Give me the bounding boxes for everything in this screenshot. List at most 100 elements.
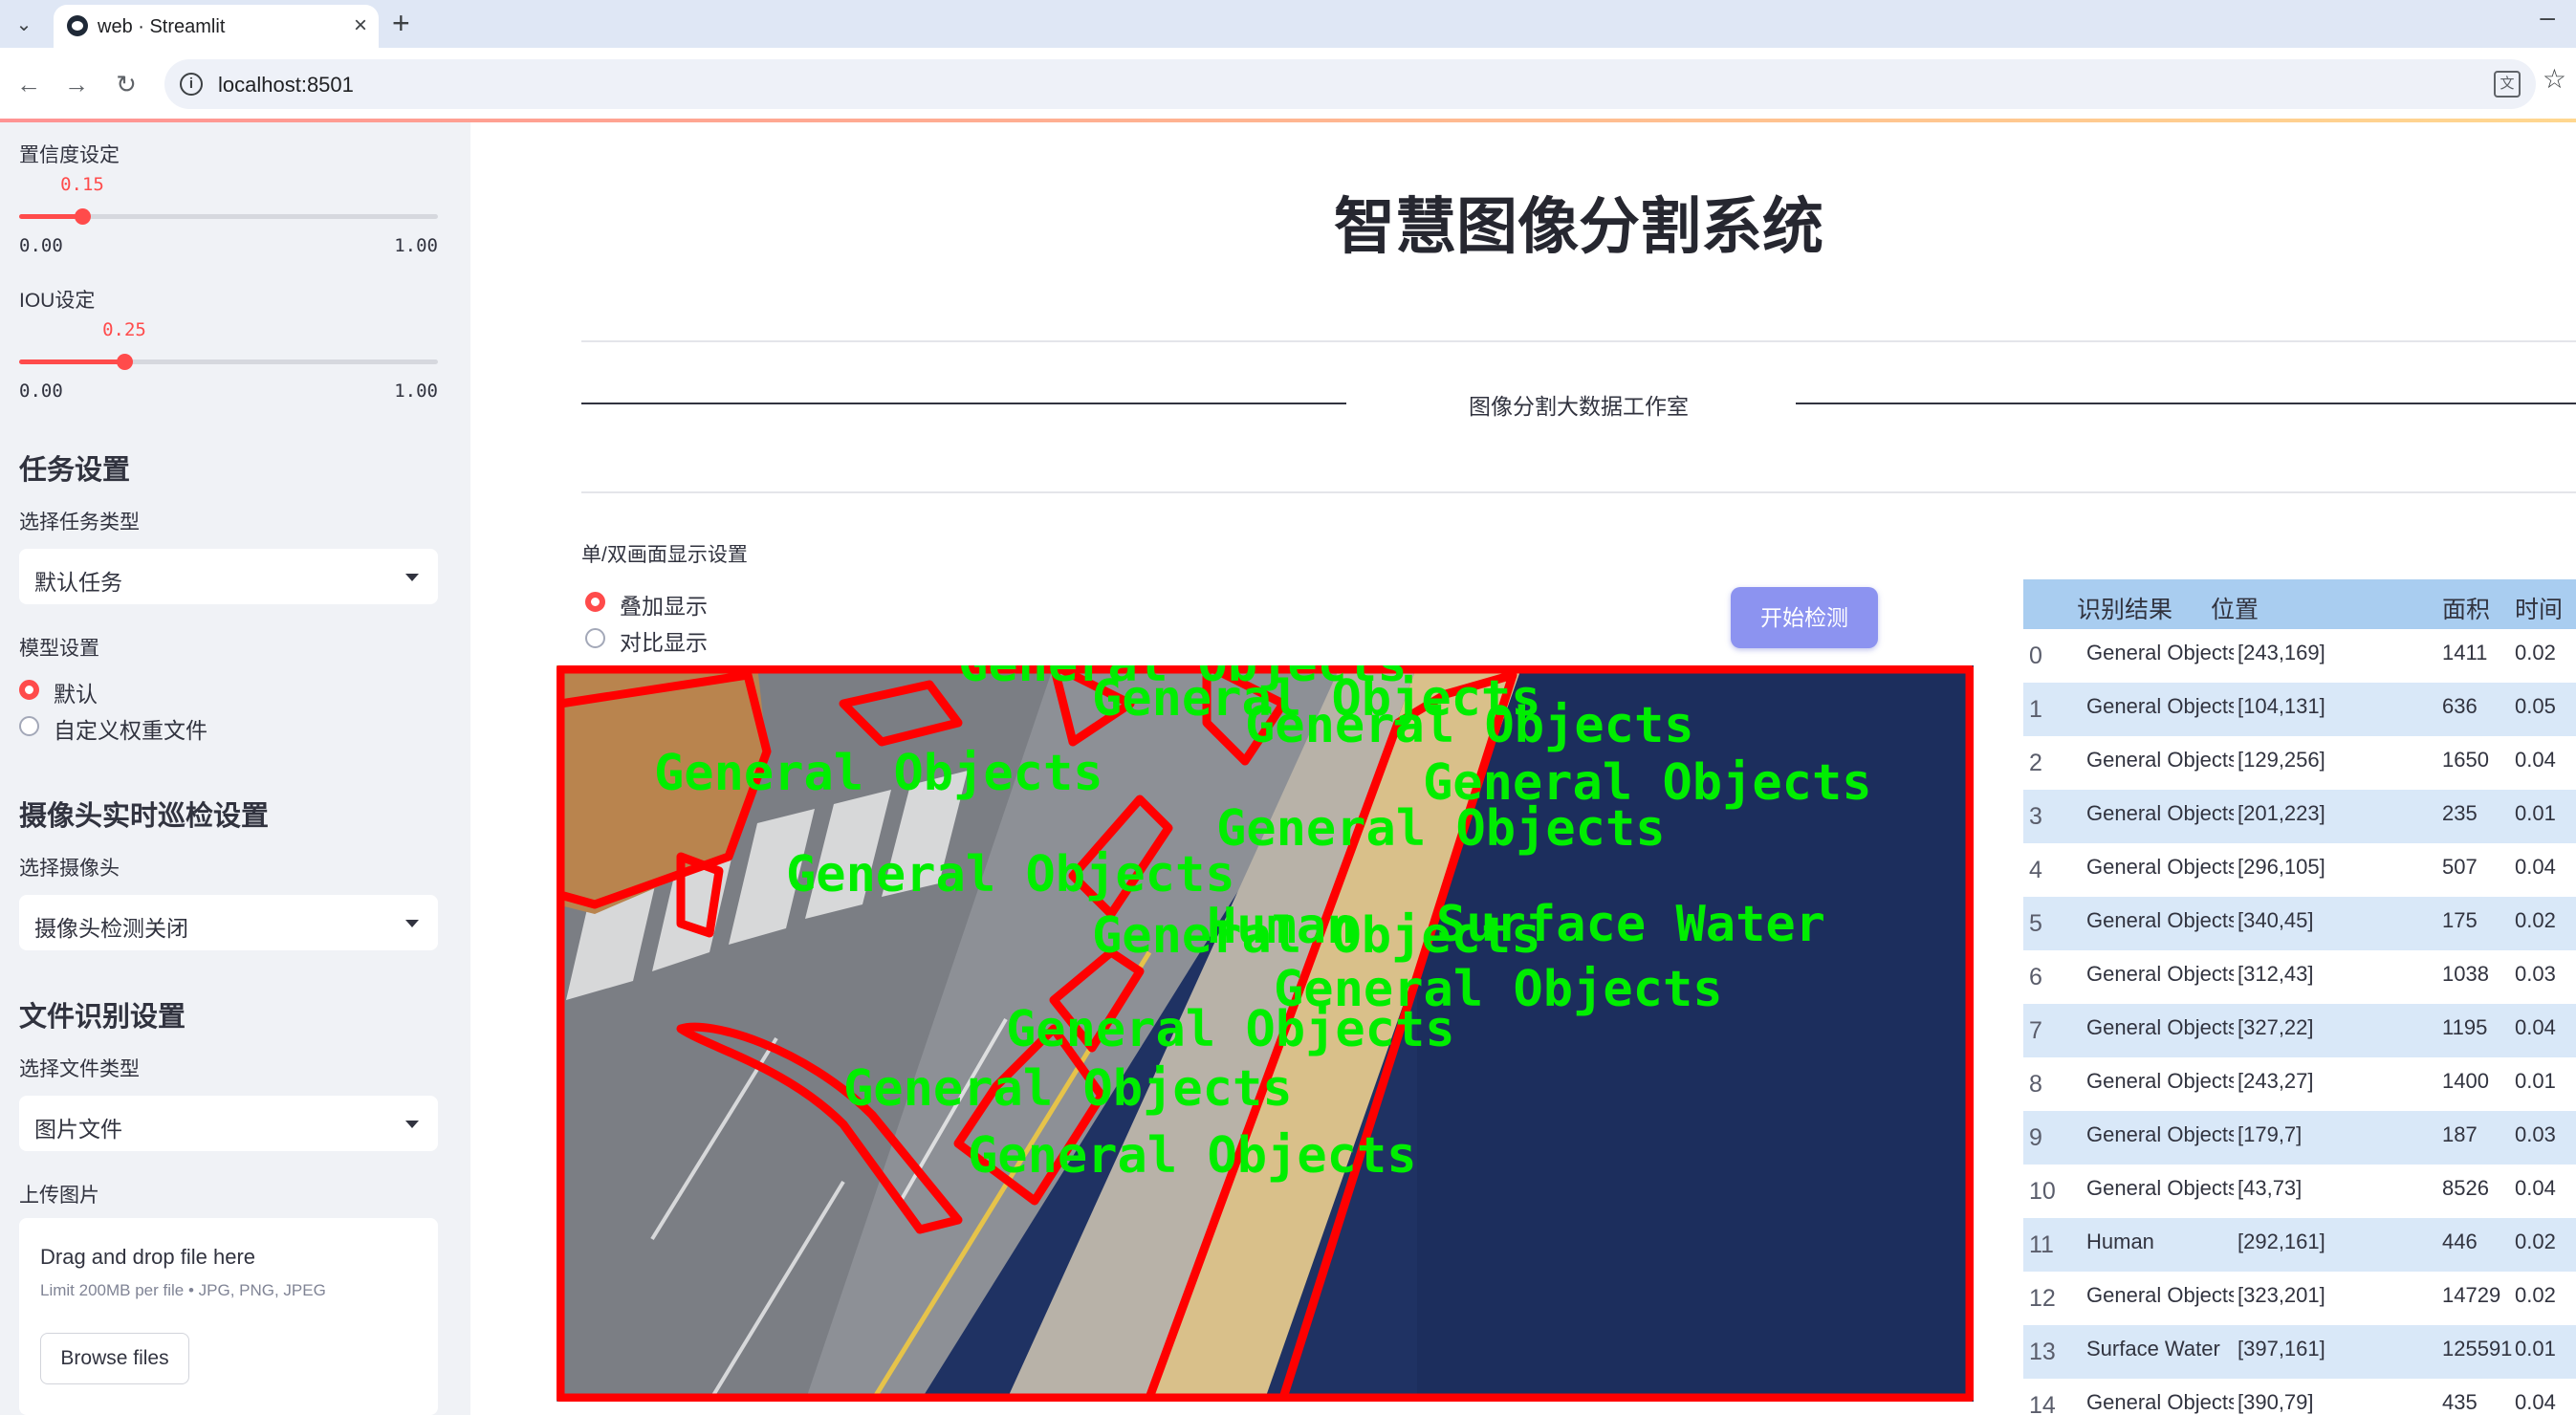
camera-select[interactable]: 摄像头检测关闭	[19, 895, 438, 950]
dash-line-left	[581, 403, 1346, 404]
confidence-label: 置信度设定	[19, 144, 120, 166]
slider-thumb[interactable]	[75, 208, 91, 225]
forward-arrow-icon[interactable]: →	[57, 65, 96, 103]
row-class: Human	[2086, 1230, 2154, 1253]
table-row[interactable]: 8 General Objects [243,27] 1400 0.01	[2023, 1057, 2576, 1111]
row-position: [296,105]	[2238, 855, 2325, 879]
reload-icon[interactable]: ↻	[107, 65, 145, 103]
translate-icon[interactable]: 文	[2494, 71, 2521, 98]
bookmark-star-icon[interactable]: ☆	[2543, 63, 2566, 95]
table-row[interactable]: 2 General Objects [129,256] 1650 0.04	[2023, 736, 2576, 790]
table-row[interactable]: 12 General Objects [323,201] 14729 0.02	[2023, 1272, 2576, 1325]
row-index: 6	[2029, 964, 2042, 990]
browse-files-button[interactable]: Browse files	[40, 1333, 189, 1384]
site-info-icon[interactable]: i	[180, 73, 203, 96]
radio-selected-icon[interactable]	[585, 592, 605, 612]
row-index: 0	[2029, 642, 2042, 669]
minimize-window-icon[interactable]: –	[2540, 2, 2555, 33]
row-position: [312,43]	[2238, 962, 2314, 986]
url-omnibox[interactable]: i localhost:8501 文	[164, 59, 2536, 109]
row-area: 1650	[2442, 748, 2489, 772]
iou-label: IOU设定	[19, 290, 96, 312]
close-tab-icon[interactable]: ×	[354, 12, 367, 39]
column-header-time[interactable]: 时间	[2515, 591, 2563, 625]
task-type-select[interactable]: 默认任务	[19, 549, 438, 604]
tab-search-chevron-icon[interactable]: ⌄	[8, 8, 40, 40]
table-row[interactable]: 3 General Objects [201,223] 235 0.01	[2023, 790, 2576, 843]
row-time: 0.03	[2515, 1122, 2556, 1146]
row-area: 446	[2442, 1230, 2478, 1253]
row-class: General Objects	[2086, 908, 2234, 932]
confidence-value: 0.15	[60, 174, 104, 195]
row-class: Surface Water	[2086, 1337, 2220, 1361]
row-time: 0.05	[2515, 694, 2556, 718]
seg-label: General Objects	[654, 745, 1103, 802]
url-text[interactable]: localhost:8501	[218, 73, 354, 98]
segmentation-canvas: General Objects General Objects General …	[557, 665, 1974, 1402]
row-position: [292,161]	[2238, 1230, 2325, 1253]
confidence-slider[interactable]: 0.15 0.00 1.00	[19, 170, 438, 256]
studio-text: 图像分割大数据工作室	[1465, 388, 1692, 421]
row-time: 0.01	[2515, 1069, 2556, 1093]
radio-unselected-icon[interactable]	[19, 716, 39, 736]
radio-selected-icon[interactable]	[19, 680, 39, 700]
row-time: 0.04	[2515, 1015, 2556, 1039]
table-row[interactable]: 4 General Objects [296,105] 507 0.04	[2023, 843, 2576, 897]
column-header-result[interactable]: 识别结果	[2077, 591, 2172, 625]
radio-unselected-icon[interactable]	[585, 628, 605, 648]
row-class: General Objects	[2086, 1015, 2234, 1039]
camera-settings-heading: 摄像头实时巡检设置	[19, 801, 270, 832]
row-index: 2	[2029, 750, 2042, 776]
row-index: 7	[2029, 1017, 2042, 1044]
column-header-area[interactable]: 面积	[2442, 591, 2490, 625]
new-tab-plus-icon[interactable]: +	[392, 6, 410, 41]
row-area: 507	[2442, 855, 2478, 879]
radio-label: 自定义权重文件	[54, 718, 207, 743]
column-header-position[interactable]: 位置	[2211, 591, 2259, 625]
seg-label: Surface Water	[1436, 896, 1825, 953]
slider-min: 0.00	[19, 381, 63, 402]
start-detection-button[interactable]: 开始检测	[1731, 587, 1878, 648]
seg-label: General Objects	[786, 846, 1235, 903]
dropzone-title: Drag and drop file here	[40, 1245, 256, 1269]
row-area: 1038	[2442, 962, 2489, 986]
row-index: 13	[2029, 1339, 2056, 1365]
table-row[interactable]: 9 General Objects [179,7] 187 0.03	[2023, 1111, 2576, 1165]
row-area: 235	[2442, 801, 2478, 825]
row-area: 8526	[2442, 1176, 2489, 1200]
table-row[interactable]: 11 Human [292,161] 446 0.02	[2023, 1218, 2576, 1272]
back-arrow-icon[interactable]: ←	[10, 65, 48, 103]
file-uploader-dropzone[interactable]: Drag and drop file here Limit 200MB per …	[19, 1218, 438, 1415]
row-time: 0.02	[2515, 641, 2556, 664]
table-row[interactable]: 6 General Objects [312,43] 1038 0.03	[2023, 950, 2576, 1004]
display-mode-label: 单/双画面显示设置	[581, 544, 748, 566]
iou-slider[interactable]: 0.25 0.00 1.00	[19, 316, 438, 402]
table-row[interactable]: 7 General Objects [327,22] 1195 0.04	[2023, 1004, 2576, 1057]
table-row[interactable]: 13 Surface Water [397,161] 125591 0.01	[2023, 1325, 2576, 1379]
results-table[interactable]: 识别结果 位置 面积 时间 0 General Objects [243,169] 1…	[2023, 579, 2576, 1415]
row-class: General Objects	[2086, 641, 2234, 664]
seg-label: General Objects	[968, 1127, 1417, 1185]
row-position: [43,73]	[2238, 1176, 2303, 1200]
table-row[interactable]: 0 General Objects [243,169] 1411 0.02	[2023, 629, 2576, 683]
row-class: General Objects	[2086, 748, 2234, 772]
slider-thumb[interactable]	[117, 354, 133, 370]
row-index: 11	[2029, 1231, 2054, 1258]
row-class: General Objects	[2086, 1283, 2234, 1307]
browser-tab[interactable]: web · Streamlit ×	[54, 5, 379, 48]
seg-label: General Objects	[1216, 800, 1666, 858]
row-position: [327,22]	[2238, 1015, 2314, 1039]
file-type-select[interactable]: 图片文件	[19, 1096, 438, 1151]
divider	[581, 340, 2576, 342]
row-class: General Objects	[2086, 1069, 2234, 1093]
tab-title: web · Streamlit	[98, 16, 226, 37]
table-row[interactable]: 5 General Objects [340,45] 175 0.02	[2023, 897, 2576, 950]
table-row[interactable]: 14 General Objects [390,79] 435 0.04	[2023, 1379, 2576, 1415]
iou-value: 0.25	[102, 319, 146, 340]
row-index: 1	[2029, 696, 2042, 723]
row-area: 14729	[2442, 1283, 2501, 1307]
table-row[interactable]: 1 General Objects [104,131] 636 0.05	[2023, 683, 2576, 736]
table-row[interactable]: 10 General Objects [43,73] 8526 0.04	[2023, 1165, 2576, 1218]
row-time: 0.02	[2515, 908, 2556, 932]
slider-fill	[19, 214, 82, 219]
